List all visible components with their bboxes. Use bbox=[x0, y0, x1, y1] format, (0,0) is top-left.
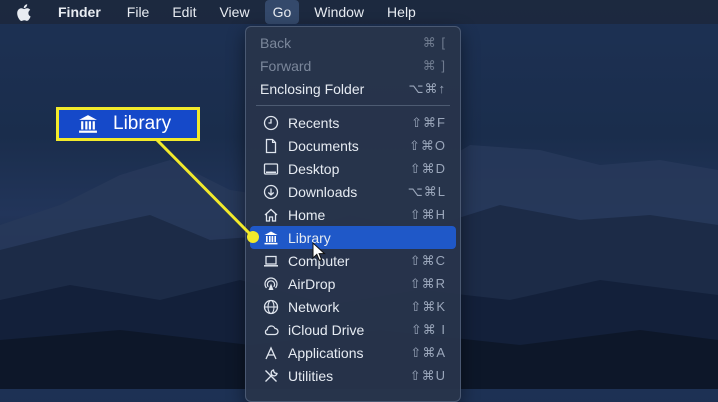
menu-item-shortcut: ⇧⌘A bbox=[410, 344, 446, 360]
menu-item-recents[interactable]: Recents ⇧⌘F bbox=[250, 111, 456, 134]
menu-item-shortcut: ⇧⌘H bbox=[409, 206, 446, 222]
menu-item-icloud-drive[interactable]: iCloud Drive ⇧⌘ I bbox=[250, 318, 456, 341]
menu-item-label: iCloud Drive bbox=[288, 321, 365, 338]
apple-menu-icon[interactable] bbox=[14, 3, 32, 21]
menu-item-documents[interactable]: Documents ⇧⌘O bbox=[250, 134, 456, 157]
laptop-icon bbox=[262, 252, 280, 270]
menu-item-shortcut: ⌥⌘↑ bbox=[408, 80, 446, 96]
menu-item-shortcut: ⇧⌘ I bbox=[410, 321, 446, 337]
menubar-view[interactable]: View bbox=[211, 0, 257, 24]
menubar-app-name[interactable]: Finder bbox=[50, 0, 109, 24]
menu-item-shortcut: ⌥⌘L bbox=[407, 183, 446, 199]
menu-item-shortcut: ⇧⌘D bbox=[409, 160, 446, 176]
library-icon bbox=[262, 229, 280, 247]
clock-icon bbox=[262, 114, 280, 132]
menu-item-enclosing-folder[interactable]: Enclosing Folder ⌥⌘↑ bbox=[250, 77, 456, 100]
menu-item-network[interactable]: Network ⇧⌘K bbox=[250, 295, 456, 318]
menubar-go[interactable]: Go bbox=[264, 0, 300, 24]
applications-icon bbox=[262, 344, 280, 362]
menu-item-shortcut: ⇧⌘F bbox=[411, 114, 446, 130]
callout-label: Library bbox=[113, 113, 172, 134]
globe-icon bbox=[262, 298, 280, 316]
desktop-icon bbox=[262, 160, 280, 178]
menu-item-label: Recents bbox=[288, 114, 340, 131]
menu-item-shortcut: ⌘ ] bbox=[422, 57, 446, 73]
menu-item-label: Utilities bbox=[288, 367, 334, 384]
menu-item-shortcut: ⇧⌘R bbox=[409, 275, 446, 291]
menu-item-shortcut: ⇧⌘U bbox=[409, 367, 446, 383]
menu-item-label: Network bbox=[288, 298, 340, 315]
cloud-icon bbox=[262, 321, 280, 339]
mouse-pointer-icon bbox=[312, 242, 326, 262]
menu-item-shortcut: ⇧⌘C bbox=[409, 252, 446, 268]
menu-item-label: Downloads bbox=[288, 183, 358, 200]
menu-item-forward[interactable]: Forward ⌘ ] bbox=[250, 54, 456, 77]
menu-bar: Finder File Edit View Go Window Help bbox=[0, 0, 718, 24]
menu-item-label: Applications bbox=[288, 344, 364, 361]
menu-item-shortcut: ⌘ [ bbox=[422, 34, 446, 50]
menu-item-library[interactable]: Library bbox=[250, 226, 456, 249]
menu-item-label: Back bbox=[260, 34, 292, 51]
menu-item-airdrop[interactable]: AirDrop ⇧⌘R bbox=[250, 272, 456, 295]
go-menu: Back ⌘ [ Forward ⌘ ] Enclosing Folder ⌥⌘… bbox=[245, 26, 461, 402]
menu-item-downloads[interactable]: Downloads ⌥⌘L bbox=[250, 180, 456, 203]
menu-item-home[interactable]: Home ⇧⌘H bbox=[250, 203, 456, 226]
library-icon bbox=[77, 112, 101, 136]
library-callout: Library bbox=[56, 107, 200, 141]
menu-item-label: AirDrop bbox=[288, 275, 336, 292]
menu-item-applications[interactable]: Applications ⇧⌘A bbox=[250, 341, 456, 364]
menubar-edit[interactable]: Edit bbox=[164, 0, 204, 24]
menu-item-label: Enclosing Folder bbox=[260, 80, 365, 97]
callout-pointer-dot bbox=[247, 231, 259, 243]
document-icon bbox=[262, 137, 280, 155]
menu-item-utilities[interactable]: Utilities ⇧⌘U bbox=[250, 364, 456, 387]
menu-item-label: Desktop bbox=[288, 160, 340, 177]
menu-item-shortcut: ⇧⌘O bbox=[408, 137, 446, 153]
menu-item-computer[interactable]: Computer ⇧⌘C bbox=[250, 249, 456, 272]
menu-item-back[interactable]: Back ⌘ [ bbox=[250, 31, 456, 54]
menubar-window[interactable]: Window bbox=[306, 0, 372, 24]
menu-separator bbox=[256, 105, 450, 106]
menu-item-desktop[interactable]: Desktop ⇧⌘D bbox=[250, 157, 456, 180]
tools-icon bbox=[262, 367, 280, 385]
menu-item-label: Forward bbox=[260, 57, 312, 74]
menu-item-label: Home bbox=[288, 206, 326, 223]
menu-item-shortcut: ⇧⌘K bbox=[410, 298, 446, 314]
airdrop-icon bbox=[262, 275, 280, 293]
menu-item-label: Computer bbox=[288, 252, 350, 269]
menu-item-label: Documents bbox=[288, 137, 359, 154]
house-icon bbox=[262, 206, 280, 224]
menubar-help[interactable]: Help bbox=[379, 0, 424, 24]
menubar-file[interactable]: File bbox=[119, 0, 158, 24]
download-icon bbox=[262, 183, 280, 201]
